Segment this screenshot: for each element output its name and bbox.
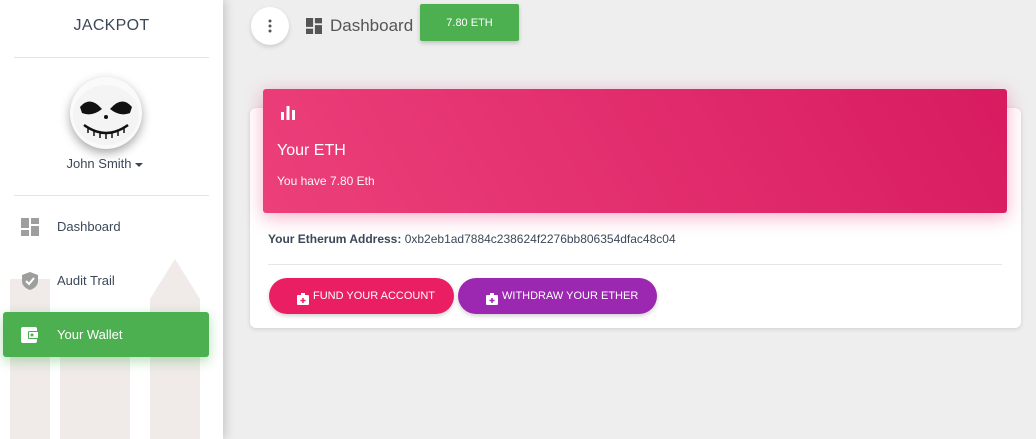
sidebar-item-your-wallet[interactable]: Your Wallet [3, 312, 209, 357]
shield-icon [21, 271, 39, 290]
user-name: John Smith [66, 156, 132, 171]
card-subtitle: You have 7.80 Eth [277, 174, 375, 188]
address-value: 0xb2eb1ad7884c238624f2276bb806354dfac48c… [404, 232, 676, 246]
sidebar-item-label: Dashboard [57, 219, 121, 234]
sidebar-nav: Dashboard Audit Trail Your Wallet [0, 204, 223, 357]
user-menu-toggle[interactable]: John Smith [0, 156, 209, 171]
ethereum-address: Your Etherum Address: 0xb2eb1ad7884c2386… [268, 232, 676, 246]
dashboard-icon [306, 18, 322, 34]
bar-chart-icon [281, 106, 295, 120]
withdraw-ether-button[interactable]: WITHDRAW YOUR ETHER [458, 278, 657, 314]
eth-card-header: Your ETH You have 7.80 Eth [263, 89, 1007, 213]
dashboard-icon [21, 217, 39, 236]
card-divider [268, 264, 1002, 265]
avatar[interactable] [70, 77, 142, 149]
address-label: Your Etherum Address: [268, 232, 402, 246]
vertical-dots-icon [268, 19, 272, 33]
more-options-button[interactable] [251, 7, 289, 45]
sidebar-item-label: Audit Trail [57, 273, 115, 288]
page-title-text: Dashboard [330, 16, 414, 35]
skull-avatar-icon [73, 85, 139, 145]
fund-account-button[interactable]: FUND YOUR ACCOUNT [269, 278, 454, 314]
sidebar-item-audit-trail[interactable]: Audit Trail [3, 258, 209, 303]
page-title[interactable]: Dashboard [306, 16, 413, 36]
card-title: Your ETH [277, 142, 346, 159]
fund-account-label: FUND YOUR ACCOUNT [313, 290, 436, 302]
withdraw-ether-label: WITHDRAW YOUR ETHER [502, 290, 639, 302]
eth-balance-button[interactable]: 7.80 ETH [420, 4, 519, 41]
wallet-icon [21, 326, 39, 344]
eth-card: Your ETH You have 7.80 Eth Your Etherum … [250, 89, 1021, 328]
withdraw-wallet-icon [486, 293, 498, 305]
sidebar-item-label: Your Wallet [57, 327, 123, 342]
sidebar: JACKPOT John Smith Dashboard Audit Trail… [0, 0, 223, 439]
caret-down-icon [134, 162, 143, 167]
user-panel: John Smith [0, 58, 223, 195]
add-wallet-icon [297, 293, 309, 305]
brand-logo-text[interactable]: JACKPOT [0, 0, 223, 57]
sidebar-item-dashboard[interactable]: Dashboard [3, 204, 209, 249]
sidebar-divider [14, 195, 209, 196]
